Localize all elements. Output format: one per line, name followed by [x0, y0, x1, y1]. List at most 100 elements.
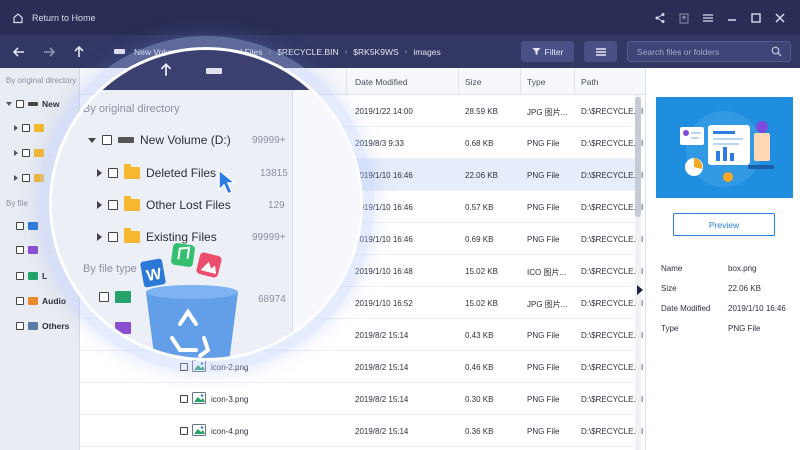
video-icon: [115, 322, 131, 334]
file-path: D:\$RECYCLE.BI: [581, 139, 644, 148]
breadcrumb-item[interactable]: $RK5K9WS: [353, 47, 398, 57]
file-size: 0.68 KB: [465, 139, 494, 148]
view-menu-button[interactable]: [584, 41, 617, 62]
checkbox[interactable]: [16, 222, 24, 230]
file-date: 2019/1/22 14:00: [355, 107, 413, 116]
image-icon: [28, 272, 38, 280]
maximize-icon[interactable]: [750, 12, 762, 24]
checkbox[interactable]: [16, 246, 24, 254]
sidebar-item-label: L: [42, 271, 48, 281]
filter-icon: [532, 48, 541, 55]
magnified-item-deleted-files[interactable]: Deleted Files: [97, 164, 217, 180]
column-divider[interactable]: [520, 68, 521, 95]
magnified-item-file-type[interactable]: [99, 322, 131, 334]
checkbox[interactable]: [16, 297, 24, 305]
row-checkbox[interactable]: [180, 395, 188, 403]
search-input[interactable]: [637, 46, 767, 57]
column-divider[interactable]: [458, 68, 459, 95]
sidebar-item-folder[interactable]: [14, 124, 44, 132]
file-date: 2019/1/10 16:52: [355, 299, 413, 308]
expand-icon[interactable]: [14, 125, 18, 131]
row-checkbox[interactable]: [180, 427, 188, 435]
return-home-button[interactable]: Return to Home: [12, 12, 96, 24]
export-icon[interactable]: [678, 12, 690, 24]
expand-icon[interactable]: [97, 233, 102, 241]
checkbox[interactable]: [16, 100, 24, 108]
column-header-type[interactable]: Type: [527, 77, 545, 87]
back-arrow-icon[interactable]: [12, 45, 26, 59]
folder-label: Deleted Files: [146, 166, 217, 180]
magnified-item-volume[interactable]: New Volume (D:): [88, 133, 231, 147]
up-arrow-icon: [160, 62, 172, 76]
audio-icon: [28, 297, 38, 305]
magnified-item-other-lost-files[interactable]: Other Lost Files: [97, 196, 231, 212]
scrollbar[interactable]: [635, 95, 641, 450]
expand-icon[interactable]: [88, 137, 96, 143]
file-path: D:\$RECYCLE.BI: [581, 107, 644, 116]
volume-label: New Volume (D:): [140, 133, 231, 147]
file-path: D:\$RECYCLE.BI: [581, 235, 644, 244]
file-type: PNG File: [527, 171, 560, 180]
magnified-table: [292, 90, 360, 358]
file-date: 2019/8/2 15:14: [355, 331, 409, 340]
sidebar-item-type[interactable]: L: [16, 271, 47, 281]
expand-icon[interactable]: [6, 102, 12, 106]
checkbox[interactable]: [108, 232, 118, 242]
others-icon: [28, 322, 38, 330]
expand-icon[interactable]: [14, 150, 18, 156]
magnified-item-file-type[interactable]: [99, 291, 131, 303]
filter-button[interactable]: Filter: [521, 41, 574, 62]
checkbox[interactable]: [108, 168, 118, 178]
magnified-toolbar: [52, 50, 360, 90]
checkbox[interactable]: [22, 149, 30, 157]
preview-button[interactable]: Preview: [673, 213, 775, 236]
column-header-path[interactable]: Path: [581, 77, 599, 87]
column-divider[interactable]: [574, 68, 575, 95]
file-type: PNG File: [527, 395, 560, 404]
file-size: 0.30 KB: [465, 395, 494, 404]
checkbox[interactable]: [16, 322, 24, 330]
search-icon[interactable]: [771, 46, 782, 57]
sidebar-item-type[interactable]: [16, 222, 42, 230]
scrollbar-thumb[interactable]: [635, 97, 641, 217]
share-icon[interactable]: [654, 12, 666, 24]
column-header-date[interactable]: Date Modified: [355, 77, 407, 87]
table-row[interactable]: icon-3.png 2019/8/2 15:14 0.30 KB PNG File D…: [80, 383, 643, 415]
meta-value-date: 2019/1/10 16:46: [728, 304, 786, 313]
checkbox[interactable]: [22, 174, 30, 182]
checkbox[interactable]: [16, 272, 24, 280]
file-type-count: 68974: [258, 294, 286, 305]
checkbox[interactable]: [99, 323, 109, 333]
file-type: PNG File: [527, 363, 560, 372]
column-header-size[interactable]: Size: [465, 77, 482, 87]
expand-icon[interactable]: [97, 201, 102, 209]
list-view-icon: [595, 47, 606, 56]
expand-icon[interactable]: [97, 169, 102, 177]
title-bar: Return to Home: [0, 0, 800, 35]
collapse-panel-icon[interactable]: [637, 285, 643, 295]
checkbox[interactable]: [22, 124, 30, 132]
music-icon: [28, 246, 38, 254]
folder-count: 99999+: [252, 232, 286, 243]
search-box: [627, 41, 791, 62]
drive-icon: [118, 137, 134, 143]
folder-count: 13815: [260, 168, 288, 179]
file-size: 15.02 KB: [465, 299, 498, 308]
breadcrumb-item[interactable]: images: [413, 47, 440, 57]
magnified-heading-file-type: By file type: [83, 263, 137, 275]
menu-icon[interactable]: [702, 12, 714, 24]
image-file-icon: [192, 424, 206, 436]
minimize-icon[interactable]: [726, 12, 738, 24]
expand-icon[interactable]: [14, 175, 18, 181]
folder-icon: [124, 164, 140, 179]
checkbox[interactable]: [102, 135, 112, 145]
file-type: PNG File: [527, 235, 560, 244]
checkbox[interactable]: [108, 200, 118, 210]
file-type: PNG File: [527, 139, 560, 148]
meta-key: Name: [661, 264, 683, 273]
checkbox[interactable]: [99, 292, 109, 302]
table-row[interactable]: icon-4.png 2019/8/2 15:14 0.36 KB PNG File D…: [80, 415, 643, 447]
sidebar-item-folder[interactable]: [14, 149, 44, 157]
sidebar-item-type[interactable]: [16, 246, 42, 254]
close-icon[interactable]: [774, 12, 786, 24]
